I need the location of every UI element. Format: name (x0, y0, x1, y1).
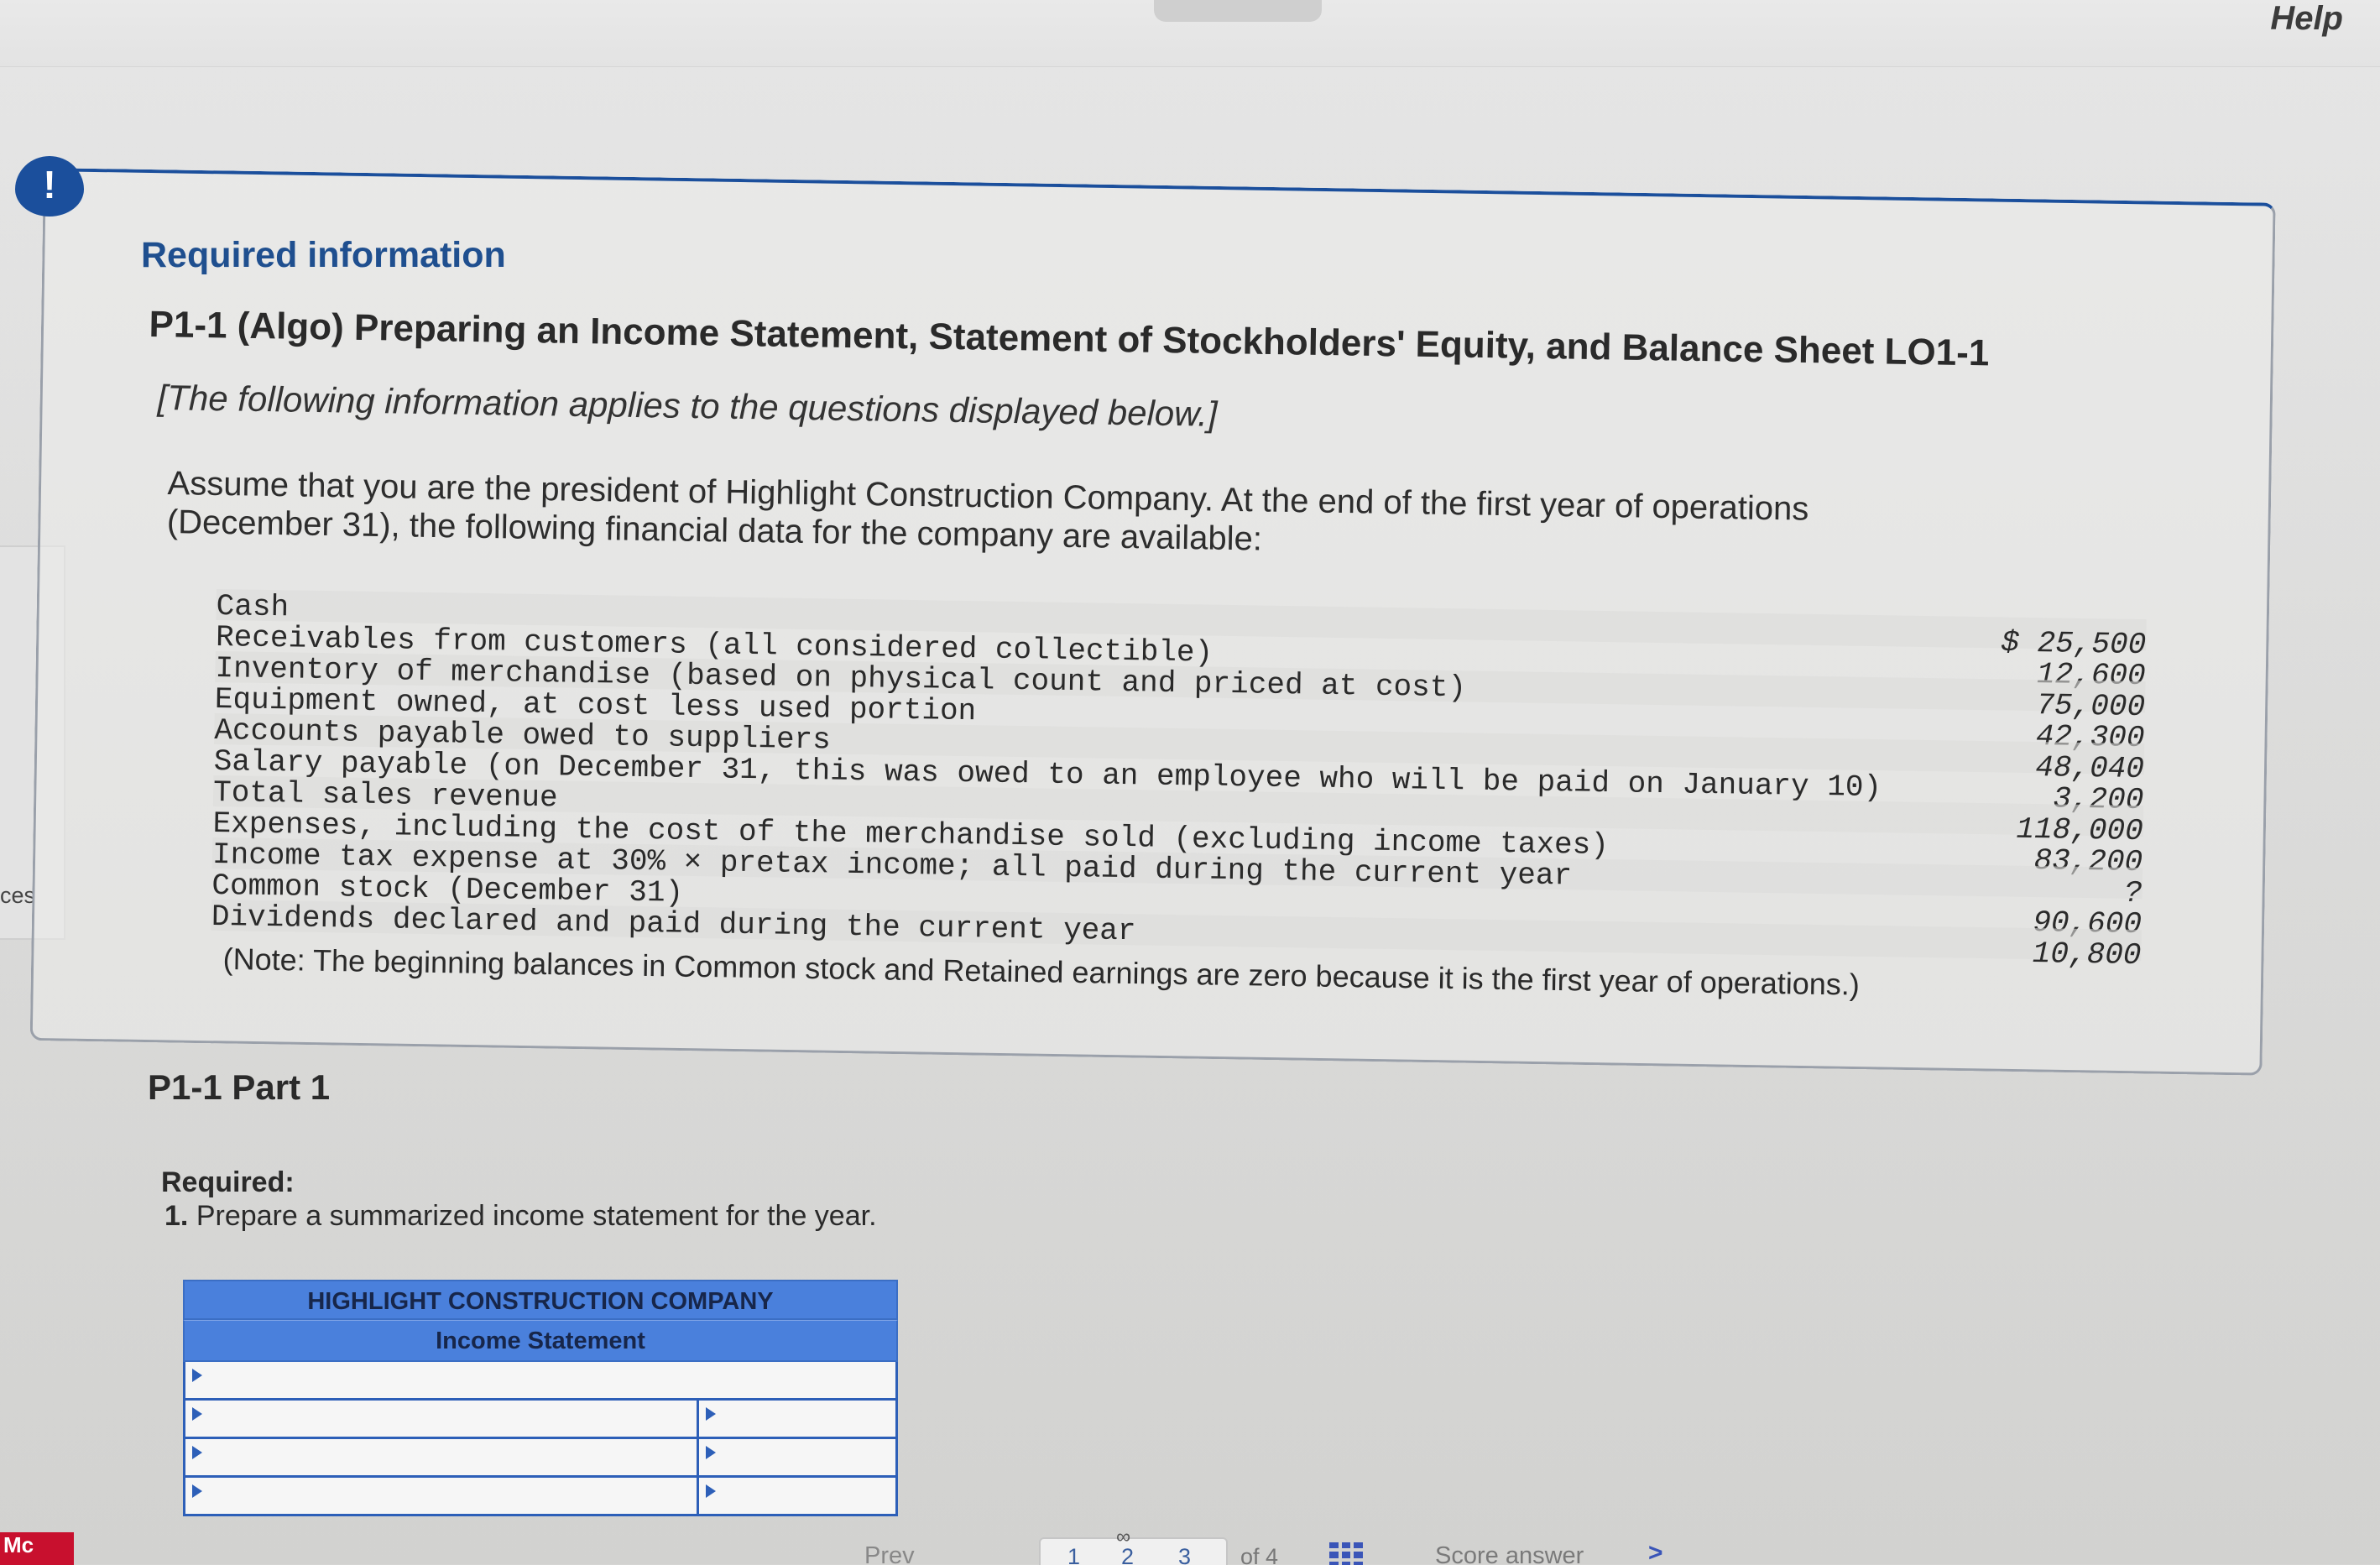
page-link-2[interactable]: 2 (1121, 1544, 1134, 1565)
chevron-right-icon[interactable]: > (1648, 1539, 1663, 1565)
sidebar-edge-label: ces (0, 883, 36, 908)
statement-amount-cell[interactable] (699, 1439, 895, 1475)
income-statement-worksheet: HIGHLIGHT CONSTRUCTION COMPANY Income St… (183, 1280, 898, 1516)
prev-button[interactable]: Prev (864, 1542, 915, 1565)
statement-amount-cell[interactable] (699, 1478, 895, 1514)
top-tab[interactable] (1154, 0, 1322, 22)
alert-icon: ! (15, 156, 84, 216)
required-text: Prepare a summarized income statement fo… (196, 1200, 877, 1232)
brand-logo: Mc (0, 1532, 74, 1565)
dropdown-marker-icon (192, 1407, 202, 1421)
part-title: P1-1 Part 1 (148, 1067, 331, 1107)
statement-company-name: HIGHLIGHT CONSTRUCTION COMPANY (183, 1280, 898, 1320)
required-info-heading: Required information (141, 235, 506, 275)
page-total: of 4 (1240, 1544, 1279, 1565)
top-bar: Help (0, 0, 2380, 67)
help-link[interactable]: Help (2270, 0, 2343, 38)
dropdown-marker-icon (192, 1484, 202, 1498)
financial-data-table: Cash $ 25,500 Receivables from customers… (211, 589, 2147, 973)
page-link-3[interactable]: 3 (1178, 1544, 1191, 1565)
data-label: Cash (216, 589, 290, 625)
required-label: Required: (161, 1166, 295, 1198)
statement-label-cell[interactable] (185, 1362, 895, 1398)
statement-label-cell[interactable] (185, 1439, 699, 1475)
statement-row[interactable] (183, 1362, 898, 1401)
input-marker-icon (706, 1446, 716, 1459)
statement-row[interactable] (183, 1439, 898, 1478)
statement-row[interactable] (183, 1478, 898, 1516)
dropdown-marker-icon (192, 1446, 202, 1459)
score-answer-button[interactable]: Score answer (1435, 1542, 1584, 1565)
input-marker-icon (706, 1484, 716, 1498)
required-item: 1. Prepare a summarized income statement… (164, 1200, 877, 1233)
statement-title: Income Statement (183, 1320, 898, 1362)
statement-row[interactable] (183, 1401, 898, 1439)
statement-label-cell[interactable] (185, 1478, 699, 1514)
required-number: 1. (164, 1200, 189, 1232)
statement-amount-cell[interactable] (699, 1401, 895, 1437)
grid-view-icon[interactable] (1329, 1542, 1363, 1565)
statement-label-cell[interactable] (185, 1401, 699, 1437)
dropdown-marker-icon (192, 1369, 202, 1382)
data-value: 10,800 (2032, 936, 2142, 973)
page-link-1[interactable]: 1 (1067, 1544, 1080, 1565)
input-marker-icon (706, 1407, 716, 1421)
